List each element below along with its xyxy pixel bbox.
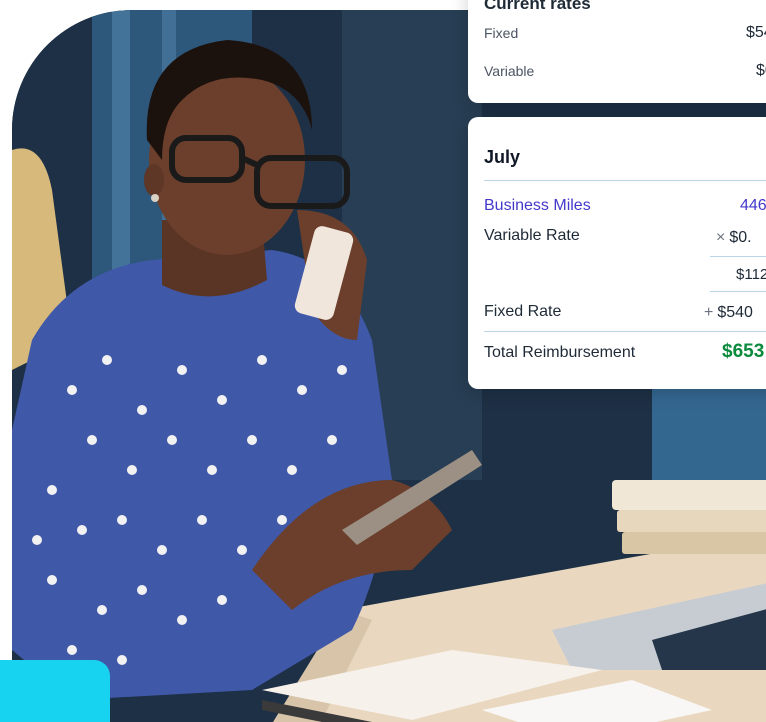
multiply-icon: × — [716, 229, 726, 246]
fixed-rate-value: $540 — [717, 304, 753, 321]
business-miles-value: 446 — [740, 197, 766, 214]
page: Current rates Fixed $540 Variable $0. Ju… — [0, 0, 766, 722]
variable-rate-row: Variable $0. — [484, 62, 766, 79]
current-rates-title: Current rates — [484, 0, 591, 13]
current-rates-card: Current rates Fixed $540 Variable $0. — [468, 0, 766, 103]
total-reimbursement-label: Total Reimbursement — [484, 344, 636, 361]
fixed-rate-amount: + $540 — [704, 304, 753, 322]
divider — [710, 291, 766, 292]
fixed-rate-label: Fixed — [484, 25, 519, 41]
variable-rate-value: $0. — [756, 62, 766, 79]
fixed-rate-value: $540 — [746, 24, 766, 41]
accent-block — [0, 660, 110, 722]
variable-rate-label: Variable Rate — [484, 227, 580, 244]
variable-rate-amount: × $0. — [716, 229, 752, 247]
variable-rate-value: $0. — [729, 229, 752, 246]
business-miles-label: Business Miles — [484, 197, 591, 214]
total-reimbursement-value: $653 — [722, 341, 765, 362]
fixed-rate-row: Fixed $540 — [484, 24, 766, 41]
variable-rate-label: Variable — [484, 63, 535, 79]
divider — [710, 256, 766, 257]
month-title: July — [484, 147, 521, 167]
divider — [484, 331, 766, 332]
divider — [484, 180, 766, 181]
plus-icon: + — [704, 304, 714, 321]
month-summary-card: July Business Miles 446 Variable Rate × $… — [468, 117, 766, 389]
subtotal-value: $112 — [736, 266, 766, 283]
fixed-rate-label: Fixed Rate — [484, 303, 562, 320]
